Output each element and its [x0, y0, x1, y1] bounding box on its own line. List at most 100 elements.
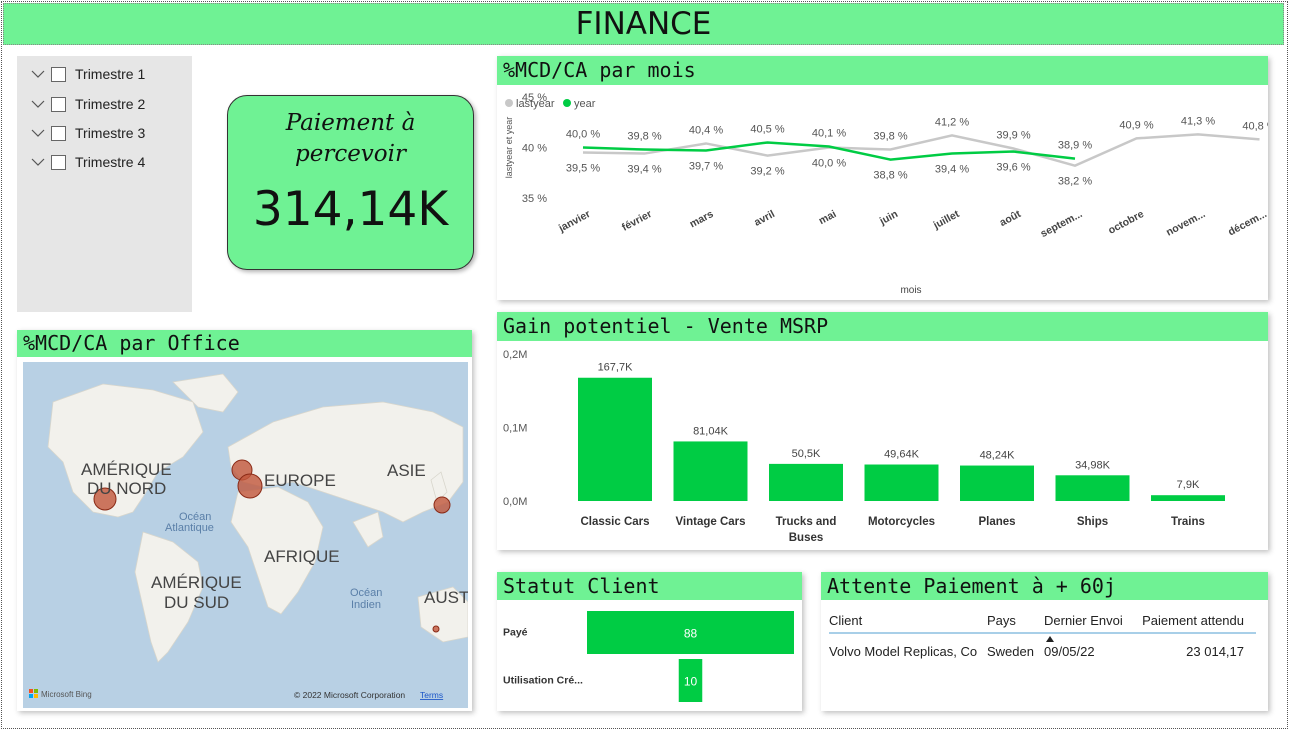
- table-title: Attente Paiement à + 60j: [821, 572, 1268, 600]
- bar[interactable]: [1151, 495, 1225, 501]
- x-tick-label: Trains: [1171, 516, 1205, 528]
- data-label-year: 40,0 %: [566, 129, 600, 141]
- bar-chart-panel[interactable]: Gain potentiel - Vente MSRP 0,0M 0,1M 0,2M…: [497, 312, 1268, 550]
- x-tick-label: juillet: [931, 208, 962, 232]
- kpi-card-payment[interactable]: Paiement à percevoir 314,14K: [227, 95, 474, 270]
- x-tick-label: février: [620, 208, 654, 234]
- legend-marker-lastyear: [505, 99, 513, 107]
- bar[interactable]: [1055, 475, 1130, 501]
- office-bubble-australia[interactable]: [432, 625, 440, 633]
- bar-data-label: 81,04K: [693, 425, 729, 437]
- line-chart-title: %MCD/CA par mois: [497, 56, 1268, 85]
- status-chart-panel[interactable]: Statut Client 88 Payé 10 Utilisation Cré...: [497, 572, 802, 711]
- map-label: AMÉRIQUE: [151, 573, 242, 592]
- bar[interactable]: [864, 464, 939, 501]
- y-tick-label: 45 %: [522, 92, 547, 104]
- line-chart[interactable]: lastyear year45 %40 %35 %lastyear et year…: [497, 85, 1268, 300]
- table-panel[interactable]: Attente Paiement à + 60j Client Pays Der…: [821, 572, 1268, 711]
- x-tick-label: avril: [752, 208, 777, 229]
- bar-data-label: 49,64K: [884, 449, 920, 461]
- map-label: Océan: [350, 587, 382, 599]
- chevron-down-icon[interactable]: [31, 126, 45, 140]
- data-label-year: 39,6 %: [996, 162, 1030, 174]
- status-category-label: Payé: [503, 627, 528, 639]
- slicer-item-label: Trimestre 3: [75, 125, 146, 141]
- office-bubble-japan[interactable]: [433, 496, 451, 514]
- bar[interactable]: [769, 463, 843, 501]
- x-tick-label: Motorcycles: [868, 516, 935, 528]
- quarter-slicer: Trimestre 1 Trimestre 2 Trimestre 3 Trim…: [17, 56, 192, 312]
- x-tick-label: décem...: [1226, 208, 1268, 238]
- column-header-client[interactable]: Client: [829, 613, 987, 628]
- data-label-year: 40,5 %: [750, 123, 784, 135]
- office-map[interactable]: AMÉRIQUE DU NORD EUROPE ASIE AFRIQUE AMÉ…: [23, 362, 468, 708]
- status-category-label: Utilisation Cré...: [503, 675, 583, 687]
- x-tick-label: Vintage Cars: [675, 516, 745, 528]
- slicer-item-trimestre-2[interactable]: Trimestre 2: [31, 94, 145, 114]
- data-label-lastyear: 39,9 %: [996, 130, 1030, 142]
- column-header-label: Dernier Envoi: [1044, 612, 1123, 628]
- page-header: FINANCE: [3, 3, 1284, 45]
- checkbox[interactable]: [51, 96, 66, 112]
- checkbox[interactable]: [51, 154, 66, 170]
- y-tick-label: 35 %: [522, 193, 547, 205]
- cell-dernier-envoi: 09/05/22: [1044, 643, 1095, 659]
- data-label-lastyear: 38,2 %: [1058, 176, 1092, 188]
- data-label-lastyear: 40,0 %: [812, 158, 846, 170]
- slicer-item-trimestre-4[interactable]: Trimestre 4: [31, 152, 145, 172]
- x-tick-label: Classic Cars: [580, 516, 649, 528]
- chevron-down-icon[interactable]: [31, 67, 45, 81]
- map-label: AFRIQUE: [264, 547, 340, 566]
- data-label-lastyear: 40,9 %: [1119, 119, 1153, 131]
- column-header-pays[interactable]: Pays: [987, 613, 1044, 628]
- bar[interactable]: [960, 465, 1034, 501]
- office-bubble-france[interactable]: [237, 473, 263, 499]
- chevron-down-icon[interactable]: [31, 97, 45, 111]
- x-tick-label: Planes: [978, 516, 1015, 528]
- map-panel[interactable]: %MCD/CA par Office AMÉRIQUE DU NORD EURO…: [17, 330, 472, 711]
- checkbox[interactable]: [51, 66, 66, 82]
- legend-label-year[interactable]: year: [574, 98, 596, 110]
- checkbox[interactable]: [51, 125, 66, 141]
- slicer-item-trimestre-1[interactable]: Trimestre 1: [31, 64, 145, 84]
- status-bar-label: 10: [684, 675, 698, 689]
- map-label: DU SUD: [164, 593, 229, 612]
- bar-data-label: 48,24K: [980, 450, 1016, 462]
- x-axis-label: mois: [900, 285, 921, 296]
- data-label-lastyear: 40,4 %: [689, 124, 723, 136]
- column-header-dernier-envoi[interactable]: Dernier Envoi: [1044, 612, 1134, 642]
- data-label-lastyear: 39,5 %: [566, 163, 600, 175]
- column-header-paiement-attendu[interactable]: Paiement attendu: [1134, 613, 1244, 628]
- terms-link[interactable]: Terms: [420, 690, 443, 700]
- map-label: AUST: [424, 588, 468, 607]
- x-tick-label: Buses: [789, 532, 824, 544]
- chevron-down-icon[interactable]: [31, 155, 45, 169]
- bar[interactable]: [578, 377, 652, 501]
- x-tick-label: novem...: [1164, 208, 1207, 239]
- status-bar-label: 88: [684, 627, 698, 641]
- x-tick-label: mars: [688, 208, 716, 230]
- x-tick-label: Trucks and: [776, 516, 837, 528]
- map-label: EUROPE: [264, 471, 336, 490]
- cell-client: Volvo Model Replicas, Co: [829, 643, 978, 659]
- slicer-item-trimestre-3[interactable]: Trimestre 3: [31, 123, 145, 143]
- data-label-year: 38,8 %: [873, 170, 907, 182]
- map-title: %MCD/CA par Office: [17, 330, 472, 357]
- bar-data-label: 167,7K: [598, 362, 634, 374]
- cell-paiement-attendu: 23 014,17: [1186, 643, 1244, 659]
- data-label-lastyear: 41,2 %: [935, 116, 969, 128]
- bar-data-label: 7,9K: [1177, 479, 1200, 491]
- line-chart-panel[interactable]: %MCD/CA par mois lastyear year 45 % 40 % 35 …: [497, 56, 1268, 300]
- y-axis-label: lastyear et year: [504, 117, 514, 179]
- bar-chart[interactable]: 0,0M 0,1M 0,2M 167,7K Classic Cars 81,04K Vint…: [497, 341, 1268, 550]
- slicer-item-label: Trimestre 2: [75, 96, 146, 112]
- x-tick-label: janvier: [556, 208, 592, 235]
- data-label-lastyear: 41,3 %: [1181, 115, 1215, 127]
- kpi-value: 314,14K: [252, 182, 449, 237]
- table-row[interactable]: Volvo Model Replicas, Co Sweden 09/05/22…: [829, 638, 1256, 664]
- y-tick-label: 0,2M: [503, 349, 527, 361]
- bar[interactable]: [673, 441, 748, 501]
- status-chart[interactable]: 88 Payé 10 Utilisation Cré...: [497, 600, 802, 711]
- legend-marker-year: [563, 99, 571, 107]
- map-label: Indien: [351, 599, 381, 611]
